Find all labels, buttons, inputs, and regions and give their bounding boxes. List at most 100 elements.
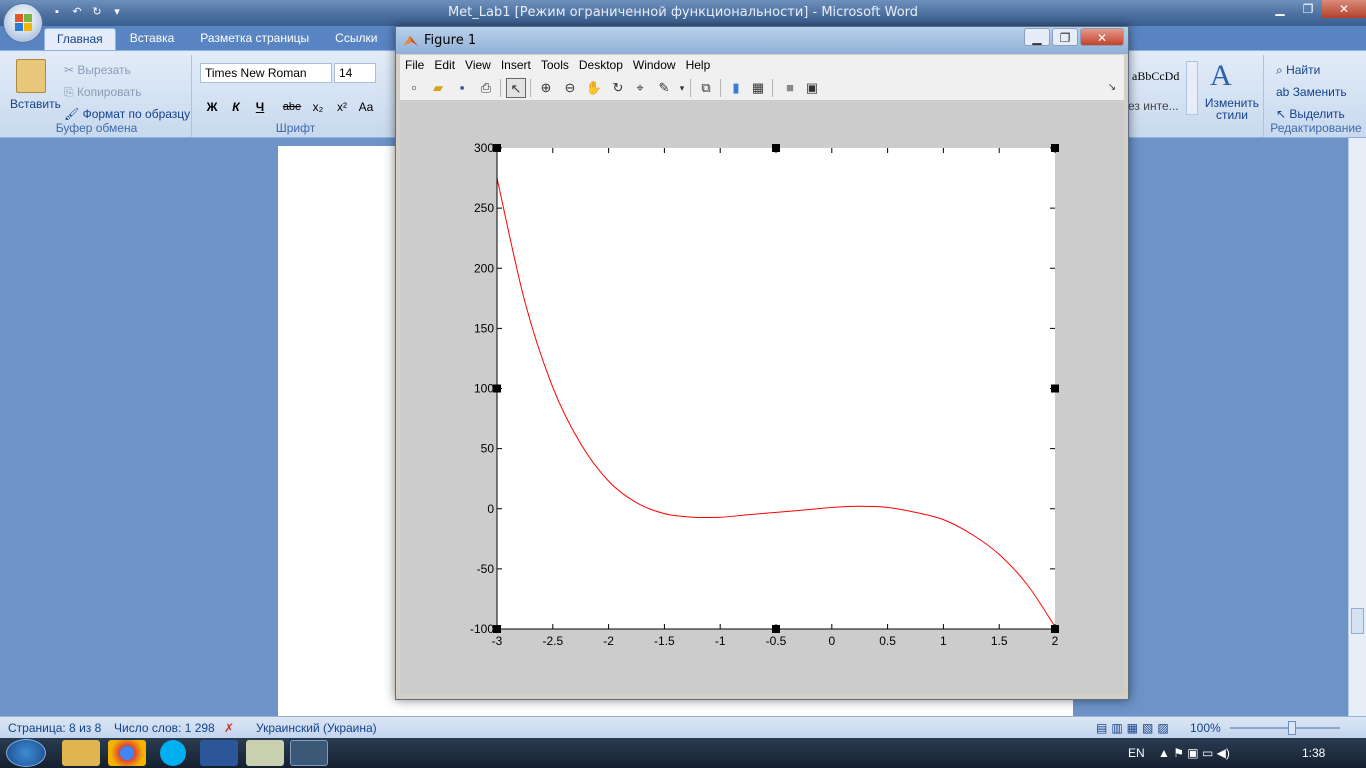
tab-page-layout[interactable]: Разметка страницы	[188, 28, 321, 50]
y-tick-label: 100	[474, 382, 494, 396]
clock[interactable]: 1:38	[1302, 746, 1325, 760]
word-count[interactable]: Число слов: 1 298	[114, 721, 215, 735]
zoom-in-icon[interactable]: ⊕	[536, 78, 556, 98]
show-plot-tools-icon[interactable]: ▣	[802, 78, 822, 98]
menu-window[interactable]: Window	[628, 55, 681, 75]
paste-icon[interactable]	[16, 59, 46, 93]
skype-taskbar-icon[interactable]	[160, 740, 186, 766]
vertical-scrollbar[interactable]	[1348, 138, 1366, 716]
redo-icon[interactable]: ↻	[90, 5, 104, 19]
tray-icons[interactable]: ▲ ⚑ ▣ ▭ ◀)	[1158, 746, 1230, 760]
selection-handle[interactable]	[1051, 625, 1059, 633]
matlab-figure-window: Figure 1 ▁ ❐ ✕ File Edit View Insert Too…	[395, 26, 1129, 700]
selection-handle[interactable]	[1051, 144, 1059, 152]
open-file-icon[interactable]: ▰	[428, 78, 448, 98]
colorbar-icon[interactable]: ▮	[726, 78, 746, 98]
menu-insert[interactable]: Insert	[496, 55, 536, 75]
proofing-icon[interactable]: ✗	[224, 721, 234, 735]
zoom-slider-thumb[interactable]	[1288, 721, 1296, 735]
chrome-taskbar-icon[interactable]	[108, 740, 146, 766]
word-taskbar-icon[interactable]	[200, 740, 238, 766]
paste-button[interactable]: Вставить	[10, 97, 61, 111]
replace-icon: ab	[1276, 85, 1293, 99]
minimize-button[interactable]: ▁	[1266, 0, 1294, 18]
format-painter-button[interactable]: 🖌 Формат по образцу	[64, 107, 190, 121]
zoom-slider[interactable]	[1230, 727, 1340, 729]
strikethrough-button[interactable]: abe	[282, 97, 302, 117]
styles-scroll[interactable]	[1186, 61, 1198, 115]
tab-home[interactable]: Главная	[44, 28, 116, 50]
page-counter[interactable]: Страница: 8 из 8	[8, 721, 101, 735]
font-size-select[interactable]: 14	[334, 63, 376, 83]
selection-handle[interactable]	[772, 144, 780, 152]
selection-handle[interactable]	[1051, 384, 1059, 393]
styles-group: aBbCcDd ез инте... A Изменить стили	[1128, 55, 1264, 137]
bold-button[interactable]: Ж	[202, 97, 222, 117]
y-tick-label: 50	[481, 442, 495, 456]
font-name-select[interactable]: Times New Roman	[200, 63, 332, 83]
italic-button[interactable]: К	[226, 97, 246, 117]
menu-view[interactable]: View	[460, 55, 496, 75]
brush-icon: 🖌	[64, 107, 83, 121]
find-button[interactable]: ⌕ Найти	[1276, 63, 1320, 78]
language-indicator[interactable]: Украинский (Украина)	[256, 721, 377, 735]
zoom-out-icon[interactable]: ⊖	[560, 78, 580, 98]
save-icon[interactable]: ▪	[50, 5, 64, 19]
pan-icon[interactable]: ✋	[584, 78, 604, 98]
brush-data-icon[interactable]: ✎	[654, 78, 674, 98]
view-buttons[interactable]: ▤▥▦▧▨	[1096, 721, 1173, 735]
matlab-taskbar-icon[interactable]	[290, 740, 328, 766]
tab-insert[interactable]: Вставка	[118, 28, 187, 50]
cut-button[interactable]: ✂ Вырезать	[64, 63, 131, 77]
print-icon[interactable]: ⎙	[476, 78, 496, 98]
copy-button[interactable]: ⎘ Копировать	[64, 85, 142, 100]
brush-dropdown-icon[interactable]: ▾	[672, 78, 692, 98]
legend-icon[interactable]: ▦	[748, 78, 768, 98]
input-language[interactable]: EN	[1128, 746, 1145, 760]
menu-edit[interactable]: Edit	[429, 55, 460, 75]
notepad-taskbar-icon[interactable]	[246, 740, 284, 766]
close-button[interactable]: ✕	[1322, 0, 1366, 18]
hide-plot-tools-icon[interactable]: ■	[780, 78, 800, 98]
selection-handle[interactable]	[493, 384, 501, 393]
axes-background[interactable]	[497, 148, 1055, 629]
style-preview[interactable]: aBbCcDd	[1128, 67, 1182, 89]
y-tick-label: -50	[477, 562, 495, 576]
link-plot-icon[interactable]: ⧉	[696, 78, 716, 98]
menu-help[interactable]: Help	[681, 55, 716, 75]
save-figure-icon[interactable]: ▪	[452, 78, 472, 98]
change-case-button[interactable]: Aa	[356, 97, 376, 117]
subscript-button[interactable]: x₂	[308, 97, 328, 117]
toolbar-separator	[720, 79, 721, 97]
new-figure-icon[interactable]: ▫	[404, 78, 424, 98]
menu-file[interactable]: File	[400, 55, 429, 75]
customize-qat-icon[interactable]: ▾	[110, 5, 124, 19]
maximize-button[interactable]: ❐	[1294, 0, 1322, 18]
underline-button[interactable]: Ч	[250, 97, 270, 117]
start-button[interactable]	[6, 739, 46, 767]
office-button[interactable]	[3, 3, 43, 43]
menu-desktop[interactable]: Desktop	[574, 55, 628, 75]
status-bar: Страница: 8 из 8 Число слов: 1 298 ✗ Укр…	[0, 716, 1366, 738]
select-button[interactable]: ↖ Выделить	[1276, 107, 1345, 121]
figure-close-button[interactable]: ✕	[1080, 28, 1124, 46]
selection-handle[interactable]	[772, 625, 780, 633]
figure-minimize-button[interactable]: ▁	[1024, 28, 1050, 46]
selection-handle[interactable]	[493, 625, 501, 633]
figure-maximize-button[interactable]: ❐	[1052, 28, 1078, 46]
selection-handle[interactable]	[493, 144, 501, 152]
edit-plot-icon[interactable]: ↖	[506, 78, 526, 98]
undo-icon[interactable]: ↶	[70, 5, 84, 19]
window-title: Met_Lab1 [Режим ограниченной функциональ…	[447, 5, 919, 20]
scroll-thumb[interactable]	[1351, 608, 1364, 634]
zoom-level[interactable]: 100%	[1190, 721, 1221, 735]
change-styles-button[interactable]: Изменить стили	[1204, 97, 1260, 121]
rotate-3d-icon[interactable]: ↻	[608, 78, 628, 98]
explorer-taskbar-icon[interactable]	[62, 740, 100, 766]
menu-tools[interactable]: Tools	[536, 55, 574, 75]
dock-icon[interactable]: ↘	[1102, 78, 1122, 98]
replace-button[interactable]: ab Заменить	[1276, 85, 1347, 99]
data-cursor-icon[interactable]: ⌖	[630, 78, 650, 98]
tab-references[interactable]: Ссылки	[323, 28, 389, 50]
superscript-button[interactable]: x²	[332, 97, 352, 117]
